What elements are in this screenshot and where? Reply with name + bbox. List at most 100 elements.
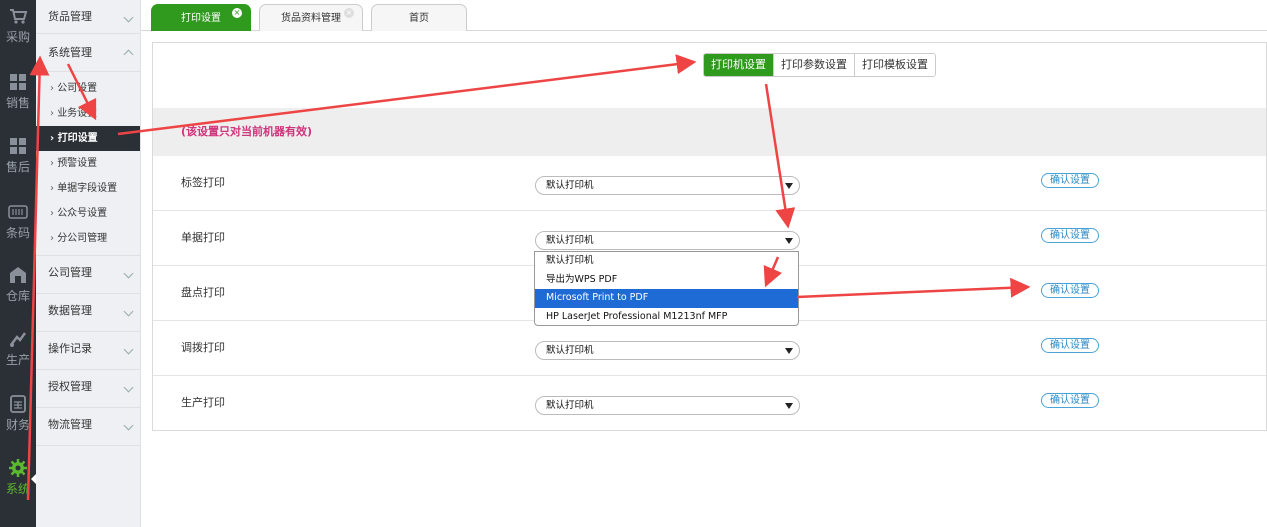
row-label: 调拨打印 (181, 341, 225, 354)
app-rail: 采购 销售 售后 条码 仓库 生产 财务 系统 (0, 0, 36, 527)
menu-group-data[interactable]: 数据管理 (36, 294, 140, 332)
rail-item-aftersales[interactable]: 售后 (0, 130, 36, 194)
caret-down-icon (785, 403, 793, 409)
tab-print-settings[interactable]: 打印设置 × (151, 4, 251, 31)
setting-row-label: 标签打印 默认打印机 确认设置 (153, 156, 1266, 211)
select-value: 默认打印机 (546, 345, 594, 356)
menu-group-label: 系统管理 (48, 46, 92, 59)
printer-dropdown-list: 默认打印机 导出为WPS PDF Microsoft Print to PDF … (534, 251, 799, 326)
confirm-button[interactable]: 确认设置 (1041, 393, 1099, 408)
rail-label: 仓库 (5, 289, 30, 303)
grid-icon (10, 138, 26, 154)
machine-notice: (该设置只对当前机器有效) (153, 108, 1266, 156)
segment-template[interactable]: 打印模板设置 (854, 54, 935, 76)
cart-icon (10, 9, 28, 24)
grid-icon (10, 74, 26, 90)
confirm-button[interactable]: 确认设置 (1041, 283, 1099, 298)
tab-goods-data[interactable]: 货品资料管理 × (259, 4, 363, 31)
confirm-button[interactable]: 确认设置 (1041, 228, 1099, 243)
tab-home[interactable]: 首页 (371, 4, 467, 31)
chevron-up-icon (123, 49, 134, 60)
submenu-item-fields[interactable]: 单据字段设置 (36, 176, 140, 201)
submenu-item-business[interactable]: 业务设置 (36, 101, 140, 126)
dropdown-option-selected[interactable]: Microsoft Print to PDF (535, 289, 798, 308)
chevron-down-icon (123, 344, 134, 355)
menu-group-logistics[interactable]: 物流管理 (36, 408, 140, 446)
dropdown-option[interactable]: 默认打印机 (535, 252, 798, 271)
submenu-item-branch[interactable]: 分公司管理 (36, 226, 140, 251)
production-icon (10, 332, 27, 347)
dropdown-option[interactable]: 导出为WPS PDF (535, 271, 798, 290)
caret-down-icon (785, 238, 793, 244)
tab-label: 首页 (409, 13, 429, 24)
chevron-down-icon (123, 306, 134, 317)
chevron-down-icon (123, 12, 134, 23)
close-icon[interactable]: × (232, 8, 242, 18)
menu-group-label: 操作记录 (48, 342, 92, 355)
gear-icon (9, 459, 27, 477)
calculator-icon (10, 395, 26, 413)
caret-down-icon (785, 348, 793, 354)
menu-group-label: 授权管理 (48, 380, 92, 393)
rail-item-purchase[interactable]: 采购 (0, 0, 36, 64)
rail-label: 系统 (5, 482, 30, 496)
chevron-down-icon (123, 382, 134, 393)
dropdown-option[interactable]: HP LaserJet Professional M1213nf MFP (535, 308, 798, 327)
chevron-down-icon (123, 268, 134, 279)
menu-group-label: 货品管理 (48, 10, 92, 23)
menu-group-log[interactable]: 操作记录 (36, 332, 140, 370)
select-value: 默认打印机 (546, 400, 594, 411)
setting-row-production: 生产打印 默认打印机 确认设置 (153, 376, 1266, 431)
print-settings-panel: 打印机设置 打印参数设置 打印模板设置 (该设置只对当前机器有效) 标签打印 默… (152, 42, 1267, 431)
settings-segment-control: 打印机设置 打印参数设置 打印模板设置 (703, 53, 936, 77)
rail-item-barcode[interactable]: 条码 (0, 196, 36, 260)
caret-down-icon (785, 183, 793, 189)
menu-group-label: 物流管理 (48, 418, 92, 431)
row-label: 盘点打印 (181, 286, 225, 299)
menu-group-company[interactable]: 公司管理 (36, 256, 140, 294)
printer-select[interactable]: 默认打印机 (535, 231, 800, 250)
tab-label: 货品资料管理 (281, 13, 341, 24)
rail-label: 采购 (5, 30, 30, 44)
rail-label: 条码 (5, 226, 30, 240)
confirm-button[interactable]: 确认设置 (1041, 173, 1099, 188)
rail-item-warehouse[interactable]: 仓库 (0, 259, 36, 323)
chevron-down-icon (123, 420, 134, 431)
menu-group-system[interactable]: 系统管理 (36, 34, 140, 72)
printer-select[interactable]: 默认打印机 (535, 341, 800, 360)
submenu-item-company[interactable]: 公司设置 (36, 76, 140, 101)
printer-select[interactable]: 默认打印机 (535, 176, 800, 195)
barcode-icon (8, 205, 28, 219)
printer-select[interactable]: 默认打印机 (535, 396, 800, 415)
select-value: 默认打印机 (546, 180, 594, 191)
tab-bar: 打印设置 × 货品资料管理 × 首页 (141, 0, 1267, 31)
rail-label: 财务 (5, 418, 30, 432)
rail-item-finance[interactable]: 财务 (0, 388, 36, 452)
row-label: 单据打印 (181, 231, 225, 244)
rail-label: 生产 (5, 353, 30, 367)
confirm-button[interactable]: 确认设置 (1041, 338, 1099, 353)
segment-params[interactable]: 打印参数设置 (773, 54, 854, 76)
submenu-item-wechat[interactable]: 公众号设置 (36, 201, 140, 226)
rail-label: 售后 (5, 160, 30, 174)
setting-row-transfer: 调拨打印 默认打印机 确认设置 (153, 321, 1266, 376)
menu-group-label: 数据管理 (48, 304, 92, 317)
menu-group-auth[interactable]: 授权管理 (36, 370, 140, 408)
row-label: 标签打印 (181, 176, 225, 189)
rail-label: 销售 (5, 96, 30, 110)
row-label: 生产打印 (181, 396, 225, 409)
rail-item-sales[interactable]: 销售 (0, 66, 36, 130)
select-value: 默认打印机 (546, 235, 594, 246)
tab-label: 打印设置 (181, 13, 221, 24)
rail-item-system[interactable]: 系统 (0, 452, 36, 516)
segment-printer[interactable]: 打印机设置 (704, 54, 773, 76)
warehouse-icon (10, 267, 26, 283)
menu-group-goods[interactable]: 货品管理 (36, 0, 140, 34)
submenu-item-print[interactable]: 打印设置 (36, 126, 140, 151)
submenu-item-alert[interactable]: 预警设置 (36, 151, 140, 176)
menu-group-label: 公司管理 (48, 266, 92, 279)
secondary-menu: 货品管理 系统管理 公司设置 业务设置 打印设置 预警设置 单据字段设置 公众号… (36, 0, 141, 527)
rail-item-production[interactable]: 生产 (0, 323, 36, 387)
system-submenu: 公司设置 业务设置 打印设置 预警设置 单据字段设置 公众号设置 分公司管理 (36, 72, 140, 256)
close-icon[interactable]: × (344, 8, 354, 18)
